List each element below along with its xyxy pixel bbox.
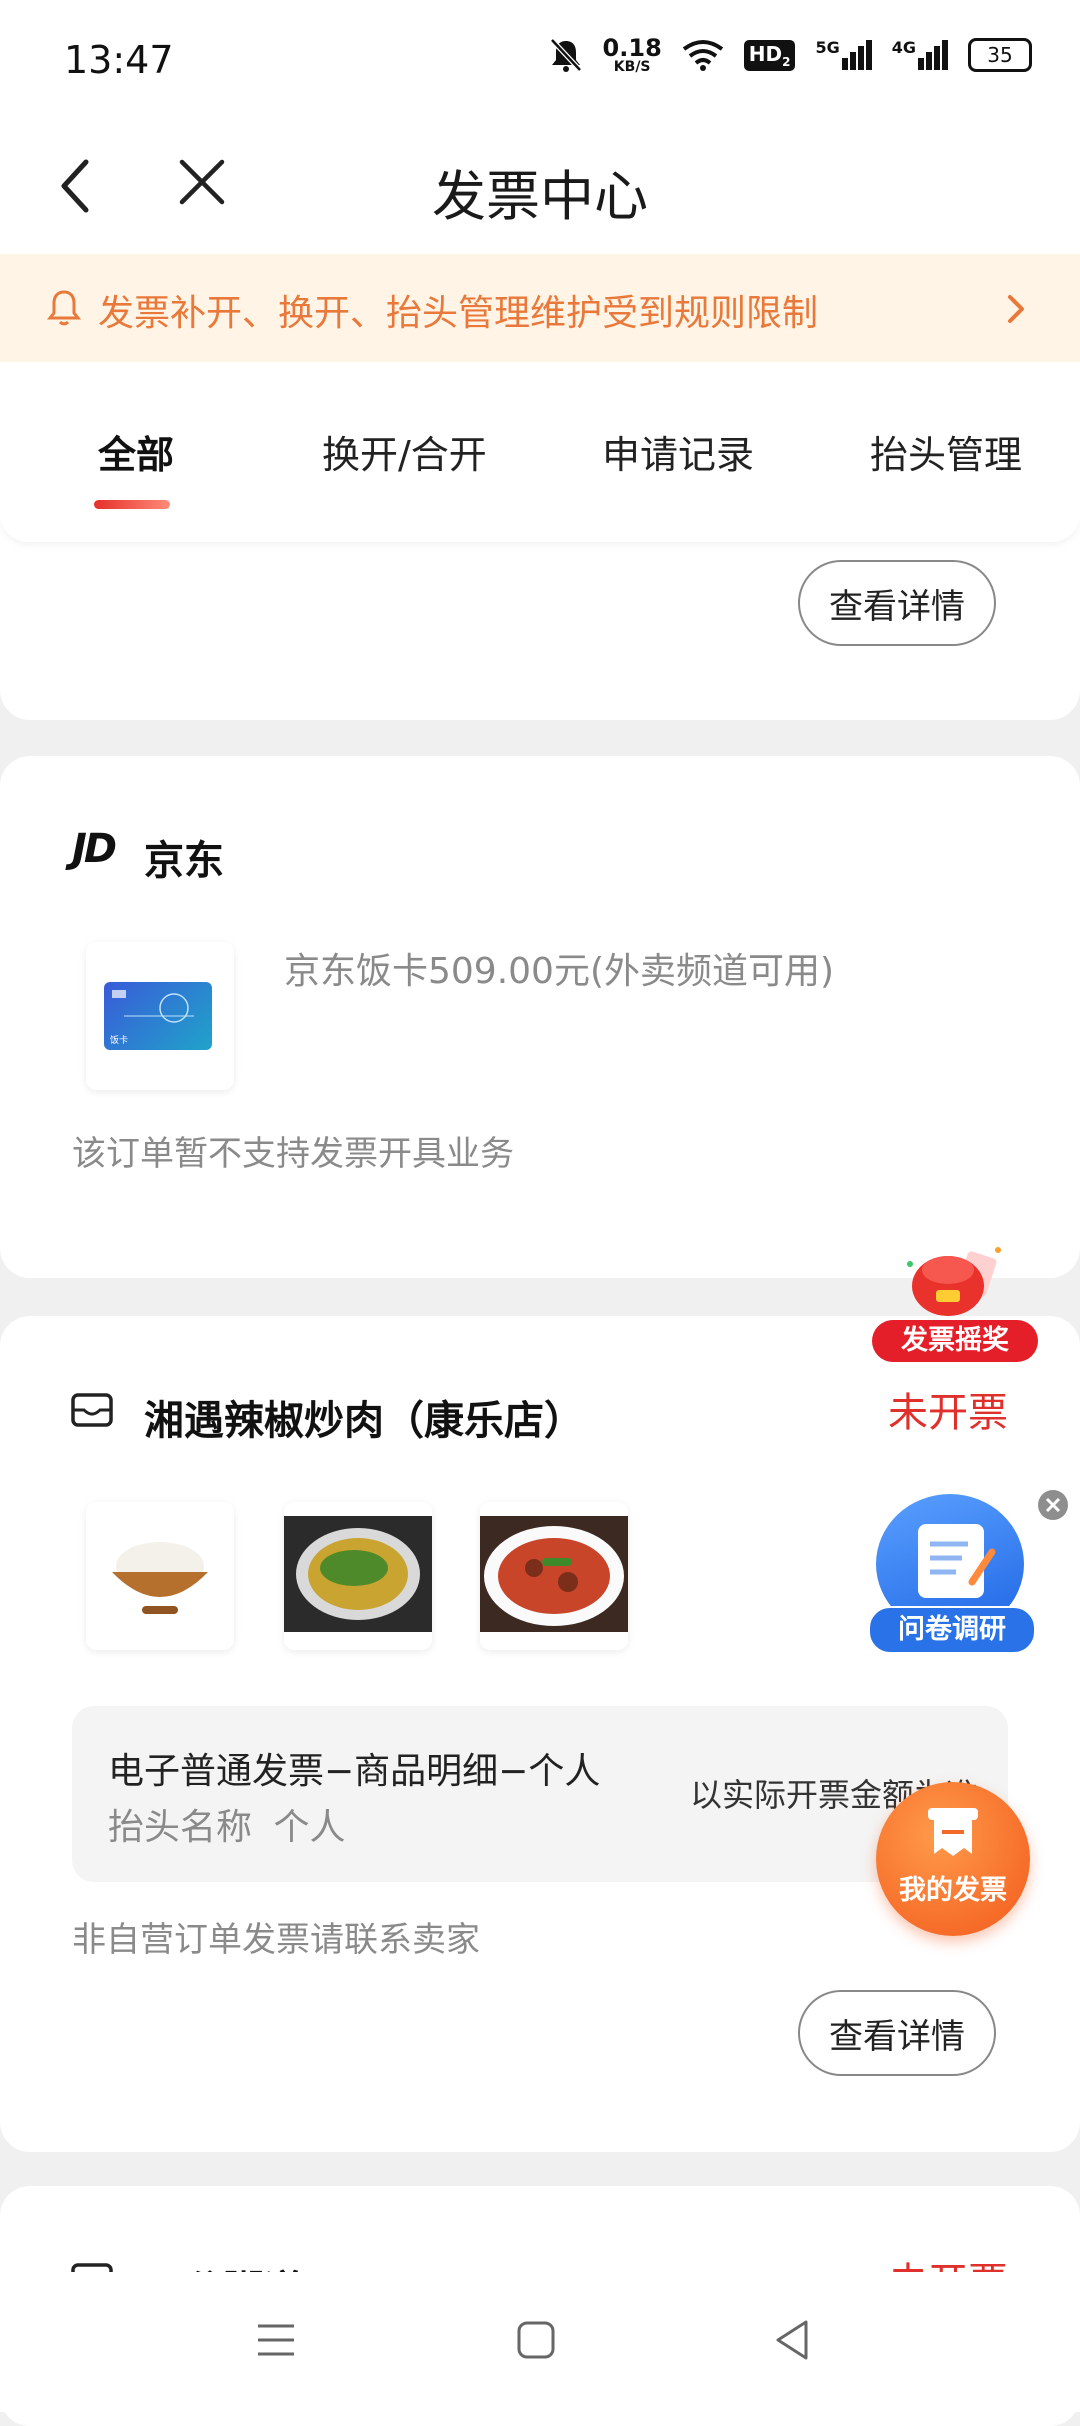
store-name: 京东 [144,838,224,884]
view-details-button[interactable]: 查看详情 [798,560,996,646]
seller-note: 非自营订单发票请联系卖家 [72,1920,480,1960]
order-card-xiangyu: 湘遇辣椒炒肉（康乐店） 未开票 电子普通发票−商品明细−个人 抬头名称 个人 以… [0,1316,1080,2152]
wifi-icon [682,40,723,71]
view-details-button[interactable]: 查看详情 [798,1990,996,2076]
bell-icon [46,290,82,326]
my-invoice-button[interactable]: 我的发票 [876,1782,1030,1936]
invoice-status: 未开票 [888,1390,1008,1436]
store-name: 湘遇辣椒炒肉（康乐店） [144,1398,584,1444]
greens-dish-image [284,1516,432,1632]
battery-icon: 35 [968,38,1032,72]
close-circle-icon[interactable] [1036,1488,1070,1522]
system-nav-bar [0,2272,1080,2412]
rice-bowl-image [112,1542,208,1614]
home-icon[interactable] [516,2320,556,2360]
tab-exchange-merge[interactable]: 换开/合开 [322,424,487,479]
survey-label: 问卷调研 [868,1606,1036,1654]
product-thumbnail[interactable]: 饭卡 [86,942,234,1090]
net-speed: 0.18 KB/S [602,34,662,75]
back-triangle-icon[interactable] [772,2318,812,2362]
store-icon [71,1393,113,1427]
lottery-label: 发票摇奖 [872,1320,1038,1362]
mute-bell-icon [549,38,582,72]
signal-5g-icon: 5G [815,40,872,70]
tab-application-records[interactable]: 申请记录 [602,424,754,479]
signal-4g-icon: 4G [892,40,948,70]
invoice-info-box[interactable]: 电子普通发票−商品明细−个人 抬头名称 个人 以实际开票金额为准 [72,1706,1008,1882]
survey-float[interactable]: 问卷调研 [860,1488,1068,1656]
product-thumbnail-greens[interactable] [284,1502,432,1650]
chevron-right-icon [1008,295,1024,323]
receipt-icon [928,1808,978,1856]
meal-card-image: 饭卡 [104,982,212,1050]
menu-icon[interactable] [256,2320,296,2360]
product-thumbnail-rice[interactable] [86,1502,234,1650]
order-card-jd: JD 京东 饭卡 京东饭卡509.00元(外卖频道可用) 该订单暂不支持发票开具… [0,756,1080,1278]
jd-logo-icon: JD [72,826,117,872]
tab-bar: 全部 换开/合开 申请记录 抬头管理 [0,362,1080,542]
hd-icon: HD2 [743,39,796,71]
tab-all[interactable]: 全部 [98,424,174,479]
active-tab-indicator [94,500,170,509]
unsupported-note: 该订单暂不支持发票开具业务 [72,1134,514,1174]
invoice-title-row: 抬头名称 个人 [108,1807,346,1848]
product-thumbnail-pepper-pork[interactable] [480,1502,628,1650]
page-title: 发票中心 [432,165,648,228]
rules-notice-banner[interactable]: 发票补开、换开、抬头管理维护受到规则限制 [0,254,1080,362]
status-time: 13:47 [64,38,174,82]
notice-text: 发票补开、换开、抬头管理维护受到规则限制 [98,293,819,334]
my-invoice-label: 我的发票 [899,1875,1007,1906]
pepper-pork-image [480,1516,628,1632]
invoice-lottery-float[interactable]: 发票摇奖 [872,1240,1038,1366]
tab-title-management[interactable]: 抬头管理 [870,424,1022,479]
status-bar: 13:47 0.18 KB/S HD2 5G 4G 35 [0,0,1080,120]
invoice-type: 电子普通发票−商品明细−个人 [108,1751,601,1792]
product-title[interactable]: 京东饭卡509.00元(外卖频道可用) [284,942,834,994]
nav-bar: 发票中心 [0,120,1080,254]
status-icons: 0.18 KB/S HD2 5G 4G 35 [549,36,1032,74]
red-envelope-icon [907,1247,1001,1316]
